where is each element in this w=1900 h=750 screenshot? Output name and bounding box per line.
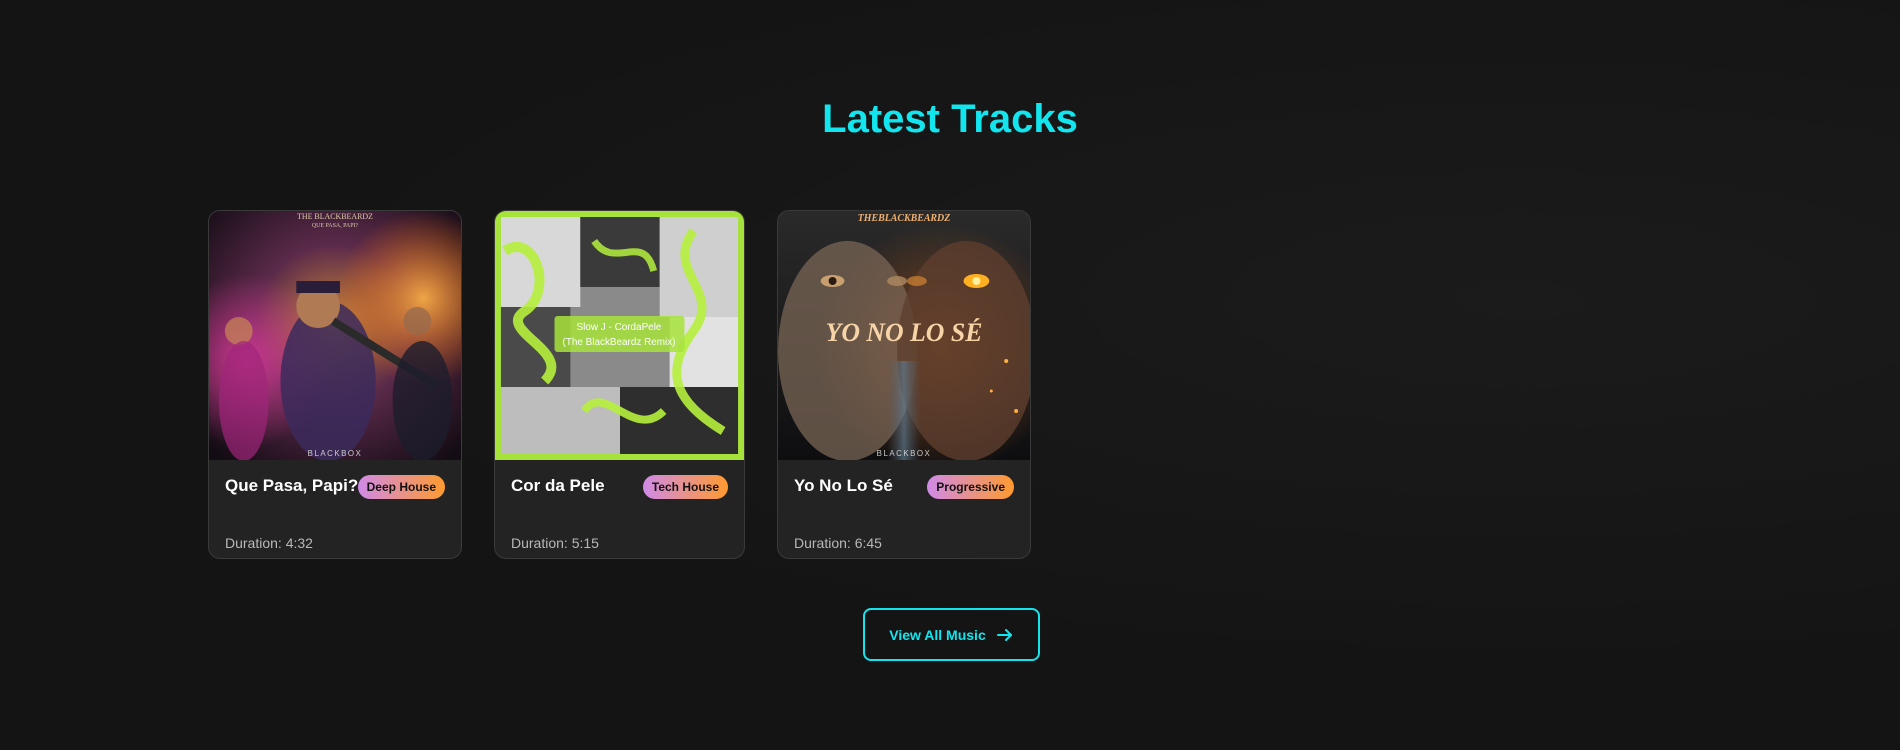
svg-text:THEBLACKBEARDZ: THEBLACKBEARDZ [858, 213, 951, 224]
latest-tracks-section: Latest Tracks THE BLACKBEARDZ QUE PASA, … [0, 0, 1900, 750]
track-cover-art: Slow J - CordaPele (The BlackBeardz Remi… [495, 211, 744, 460]
genre-badge: Deep House [357, 475, 445, 499]
genre-badge: Progressive [927, 475, 1014, 499]
track-cover-art: THEBLACKBEARDZ YO NO LO SÉ BLACKBOX [778, 211, 1030, 460]
svg-text:Slow J - CordaPele: Slow J - CordaPele [577, 322, 662, 333]
cover-art-image: THE BLACKBEARDZ QUE PASA, PAPI? BLACKBOX [209, 211, 461, 460]
track-card-cor-da-pele[interactable]: Slow J - CordaPele (The BlackBeardz Remi… [494, 210, 745, 559]
genre-badge: Tech House [642, 475, 728, 499]
track-card-yo-no-lo-se[interactable]: THEBLACKBEARDZ YO NO LO SÉ BLACKBOX Yo N… [777, 210, 1031, 559]
svg-text:THE BLACKBEARDZ: THE BLACKBEARDZ [297, 212, 373, 221]
svg-text:BLACKBOX: BLACKBOX [308, 449, 363, 458]
track-title[interactable]: Cor da Pele [511, 476, 605, 496]
track-title[interactable]: Que Pasa, Papi? [225, 476, 358, 496]
view-all-label: View All Music [889, 626, 986, 643]
track-duration: Duration: 6:45 [794, 535, 882, 551]
section-title: Latest Tracks [822, 97, 1078, 141]
track-duration: Duration: 4:32 [225, 535, 313, 551]
svg-text:(The BlackBeardz Remix): (The BlackBeardz Remix) [563, 337, 676, 348]
track-title[interactable]: Yo No Lo Sé [794, 476, 893, 496]
cover-art-image: Slow J - CordaPele (The BlackBeardz Remi… [495, 211, 744, 460]
view-all-music-button[interactable]: View All Music [863, 608, 1040, 661]
track-cover-art: THE BLACKBEARDZ QUE PASA, PAPI? BLACKBOX [209, 211, 461, 460]
track-duration: Duration: 5:15 [511, 535, 599, 551]
svg-text:QUE PASA, PAPI?: QUE PASA, PAPI? [312, 223, 359, 229]
track-card-que-pasa-papi[interactable]: THE BLACKBEARDZ QUE PASA, PAPI? BLACKBOX… [208, 210, 462, 559]
cover-art-image: THEBLACKBEARDZ YO NO LO SÉ BLACKBOX [778, 211, 1030, 460]
arrow-right-icon [996, 626, 1014, 644]
svg-text:YO NO LO SÉ: YO NO LO SÉ [826, 318, 983, 347]
svg-text:BLACKBOX: BLACKBOX [877, 449, 932, 458]
